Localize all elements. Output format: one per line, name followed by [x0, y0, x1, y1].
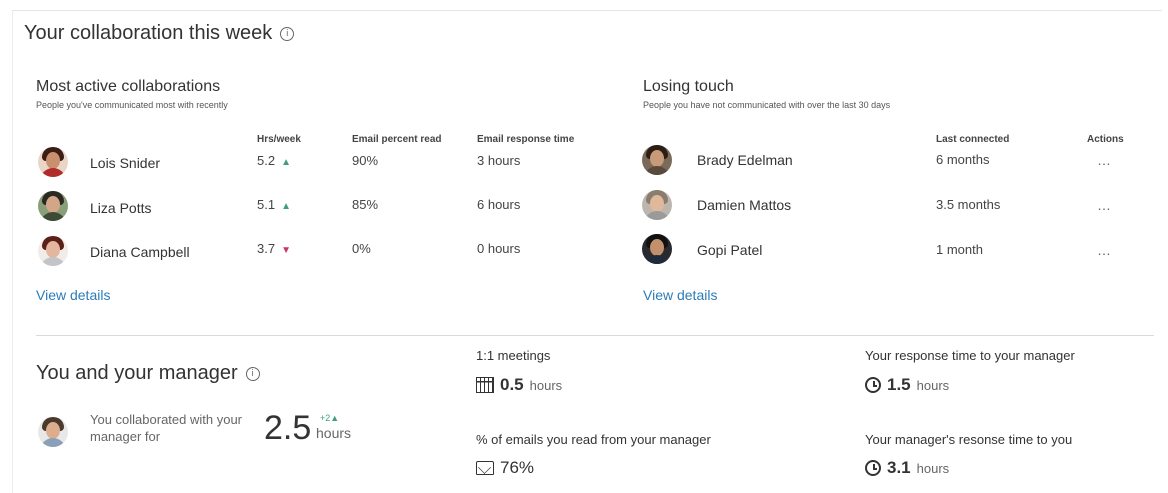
col-email-percent-read: Email percent read [352, 134, 442, 145]
active-section-title: Most active collaborations [36, 78, 221, 95]
hrs-week-value: 5.2 ▲ [257, 153, 291, 168]
one-on-one-meetings-unit: hours [529, 378, 563, 393]
manager-response-time-label: Your manager's resonse time to you [865, 432, 1073, 447]
col-actions: Actions [1087, 134, 1124, 145]
person-name[interactable]: Lois Snider [90, 155, 160, 171]
losing-section-title: Losing touch [643, 78, 734, 95]
one-on-one-meetings-value: 0.5 [500, 375, 524, 394]
active-section-subtitle: People you've communicated most with rec… [36, 100, 228, 110]
your-response-time-metric: 1.5 hours [865, 375, 949, 395]
losing-view-details-link[interactable]: View details [643, 287, 717, 303]
one-on-one-meetings-label: 1:1 meetings [476, 348, 551, 363]
email-percent-read-value: 0% [352, 241, 371, 256]
clock-icon [865, 377, 881, 393]
email-response-time-value: 3 hours [477, 153, 521, 168]
manager-response-time-unit: hours [916, 461, 950, 476]
manager-section-title: You and your manager i [36, 362, 260, 385]
email-percent-read-value: 90% [352, 153, 379, 168]
trend-up-icon: ▲ [281, 201, 291, 212]
trend-down-icon: ▼ [281, 245, 291, 256]
hrs-week-value: 3.7 ▼ [257, 241, 291, 256]
section-divider [36, 335, 1154, 336]
emails-read-metric: 76% [476, 458, 534, 478]
last-connected-value: 1 month [936, 242, 983, 257]
active-view-details-link[interactable]: View details [36, 287, 110, 303]
open-mail-icon [476, 461, 494, 475]
last-connected-value: 6 months [936, 152, 990, 167]
info-icon[interactable]: i [245, 366, 260, 381]
avatar-gopi-patel [642, 234, 672, 264]
more-actions-icon[interactable]: … [1097, 152, 1112, 168]
person-name[interactable]: Liza Potts [90, 200, 151, 216]
col-last-connected: Last connected [936, 134, 1010, 145]
info-icon[interactable]: i [280, 26, 295, 41]
person-name[interactable]: Damien Mattos [697, 197, 791, 213]
trend-up-icon: ▲ [281, 157, 291, 168]
avatar-brady-edelman [642, 145, 672, 175]
page-title-text: Your collaboration this week [24, 22, 273, 44]
collaborated-hours-delta: +2▲ [320, 413, 340, 423]
one-on-one-meetings-metric: 0.5 hours [476, 375, 562, 395]
avatar-liza-potts [38, 191, 68, 221]
clock-icon [865, 460, 881, 476]
avatar-self [38, 417, 68, 447]
collaborated-hours-unit: hours [316, 425, 352, 441]
your-response-time-label: Your response time to your manager [865, 348, 1075, 363]
emails-read-label: % of emails you read from your manager [476, 432, 711, 447]
hrs-week-value: 5.1 ▲ [257, 197, 291, 212]
avatar-lois-snider [38, 147, 68, 177]
collaborated-hours-value: 2.5 [264, 409, 312, 447]
your-response-time-unit: hours [916, 378, 950, 393]
page-title: Your collaboration this week i [24, 22, 295, 45]
more-actions-icon[interactable]: … [1097, 197, 1112, 213]
person-name[interactable]: Diana Campbell [90, 244, 190, 260]
col-email-response-time: Email response time [477, 134, 575, 145]
avatar-damien-mattos [642, 190, 672, 220]
manager-title-text: You and your manager [36, 362, 238, 384]
more-actions-icon[interactable]: … [1097, 242, 1112, 258]
losing-section-subtitle: People you have not communicated with ov… [643, 100, 891, 110]
manager-response-time-value: 3.1 [887, 458, 911, 477]
avatar-diana-campbell [38, 236, 68, 266]
person-name[interactable]: Brady Edelman [697, 152, 793, 168]
email-response-time-value: 0 hours [477, 241, 521, 256]
trend-up-icon: ▲ [330, 413, 340, 423]
emails-read-value: 76% [500, 458, 535, 477]
email-response-time-value: 6 hours [477, 197, 521, 212]
calendar-icon [476, 377, 494, 393]
your-response-time-value: 1.5 [887, 375, 911, 394]
collaborated-with-manager-text: You collaborated with your manager for [90, 412, 243, 444]
person-name[interactable]: Gopi Patel [697, 242, 762, 258]
col-hrs-week: Hrs/week [257, 134, 301, 145]
manager-response-time-metric: 3.1 hours [865, 458, 949, 478]
last-connected-value: 3.5 months [936, 197, 1001, 212]
email-percent-read-value: 85% [352, 197, 379, 212]
